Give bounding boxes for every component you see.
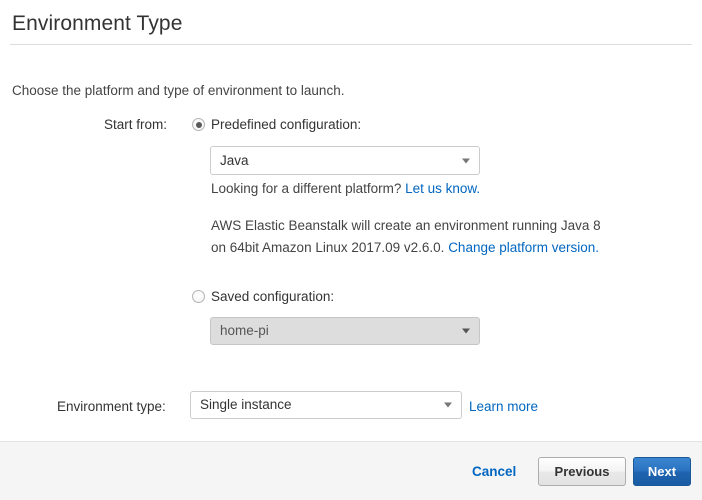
change-platform-version-link[interactable]: Change platform version. [448,240,599,255]
title-divider [10,44,692,45]
chevron-down-icon [462,328,470,334]
let-us-know-link[interactable]: Let us know. [405,181,480,196]
saved-configuration-select-value: home-pi [220,323,269,338]
environment-type-label: Environment type: [57,399,166,414]
platform-select[interactable]: Java [210,146,480,175]
platform-info-paragraph: AWS Elastic Beanstalk will create an env… [211,215,611,259]
saved-configuration-select[interactable]: home-pi [210,317,480,345]
radio-predefined-configuration[interactable] [192,118,205,131]
platform-helper-question: Looking for a different platform? [211,181,406,196]
learn-more-link[interactable]: Learn more [469,398,538,416]
environment-type-select[interactable]: Single instance [190,391,462,419]
platform-select-value: Java [220,152,249,168]
intro-text: Choose the platform and type of environm… [12,83,345,98]
previous-button[interactable]: Previous [538,457,626,486]
radio-predefined-configuration-label[interactable]: Predefined configuration: [211,116,361,134]
page-title: Environment Type [12,12,183,35]
next-button[interactable]: Next [633,457,691,486]
chevron-down-icon [462,158,470,163]
radio-saved-configuration[interactable] [192,290,205,303]
environment-type-select-value: Single instance [200,397,292,412]
cancel-button[interactable]: Cancel [472,464,516,479]
radio-saved-configuration-label[interactable]: Saved configuration: [211,288,334,306]
environment-type-page: Environment Type Choose the platform and… [0,0,702,500]
start-from-label: Start from: [104,117,168,132]
chevron-down-icon [444,402,452,408]
platform-helper-line: Looking for a different platform? Let us… [211,180,480,198]
